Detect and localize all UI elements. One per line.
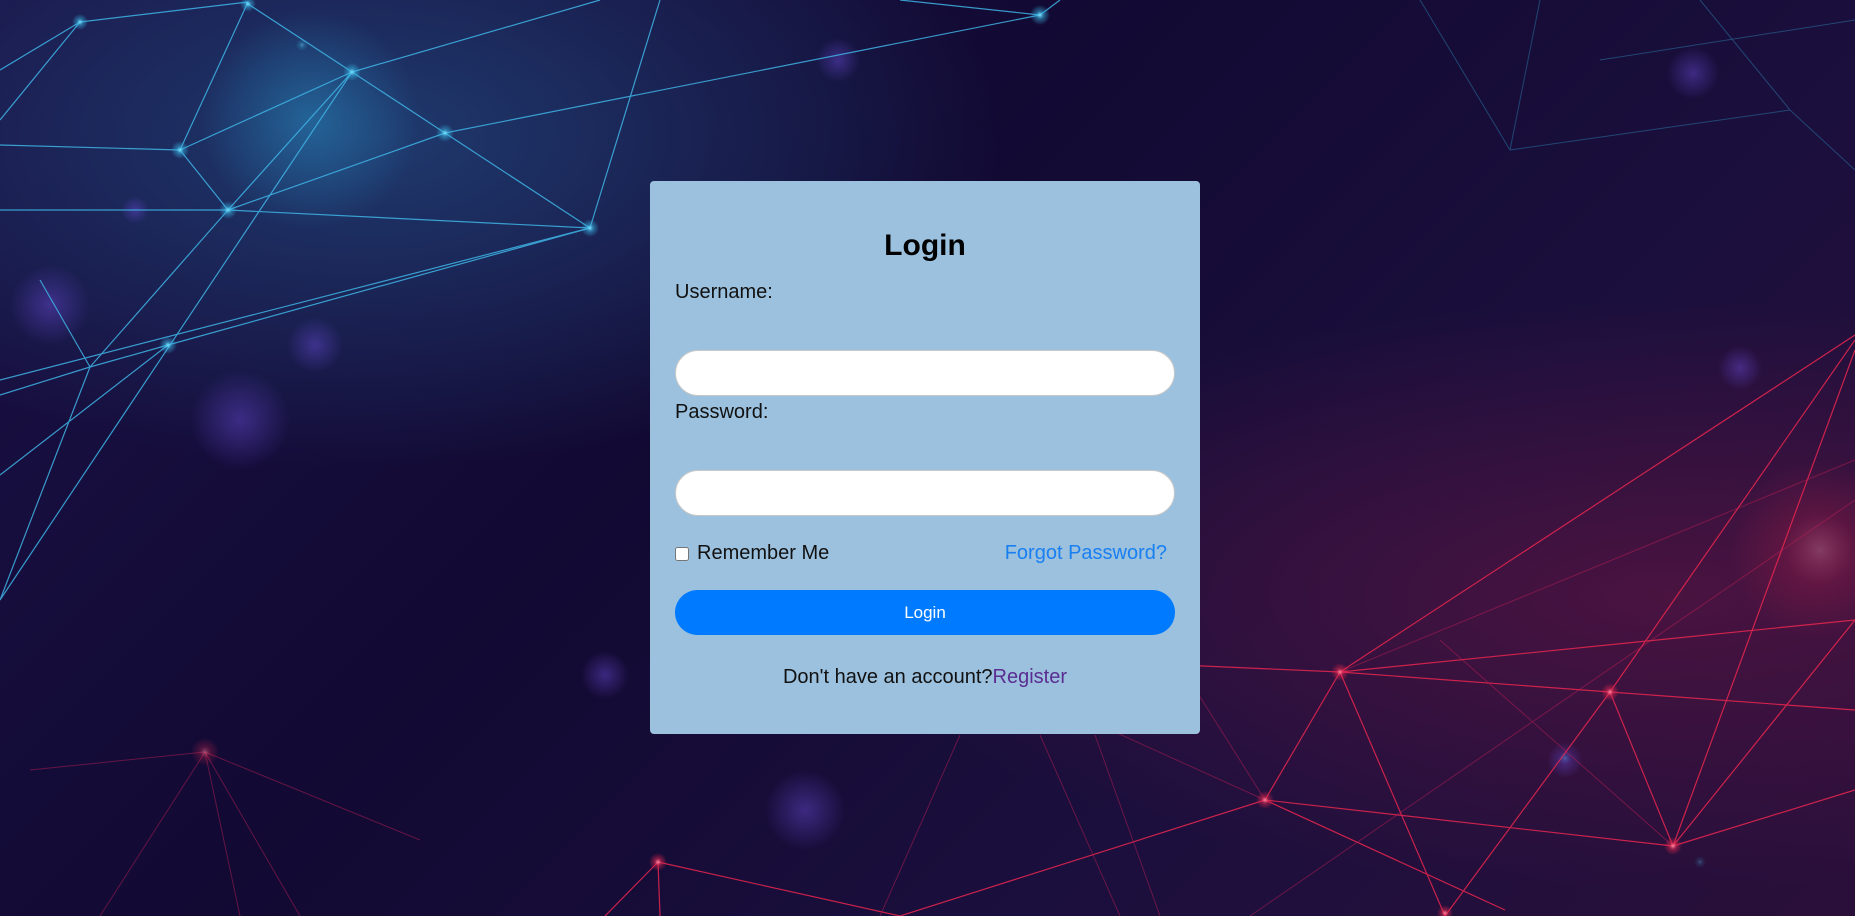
- login-button[interactable]: Login: [675, 590, 1175, 635]
- login-title: Login: [884, 229, 966, 262]
- remember-me-label: Remember Me: [697, 542, 830, 564]
- register-link[interactable]: Register: [993, 666, 1067, 688]
- username-label: Username:: [675, 281, 773, 303]
- remember-me-checkbox[interactable]: [675, 546, 689, 561]
- remember-me[interactable]: Remember Me: [675, 542, 829, 565]
- register-prompt: Don't have an account?: [782, 666, 993, 688]
- password-input[interactable]: [675, 470, 1175, 516]
- username-input[interactable]: [675, 350, 1175, 396]
- register-row: Don't have an account?Register: [650, 666, 1200, 689]
- forgot-password-link[interactable]: Forgot Password?: [1005, 542, 1167, 565]
- login-card: Login Username: Password: Remember Me Fo…: [650, 181, 1200, 734]
- password-label: Password:: [675, 401, 769, 423]
